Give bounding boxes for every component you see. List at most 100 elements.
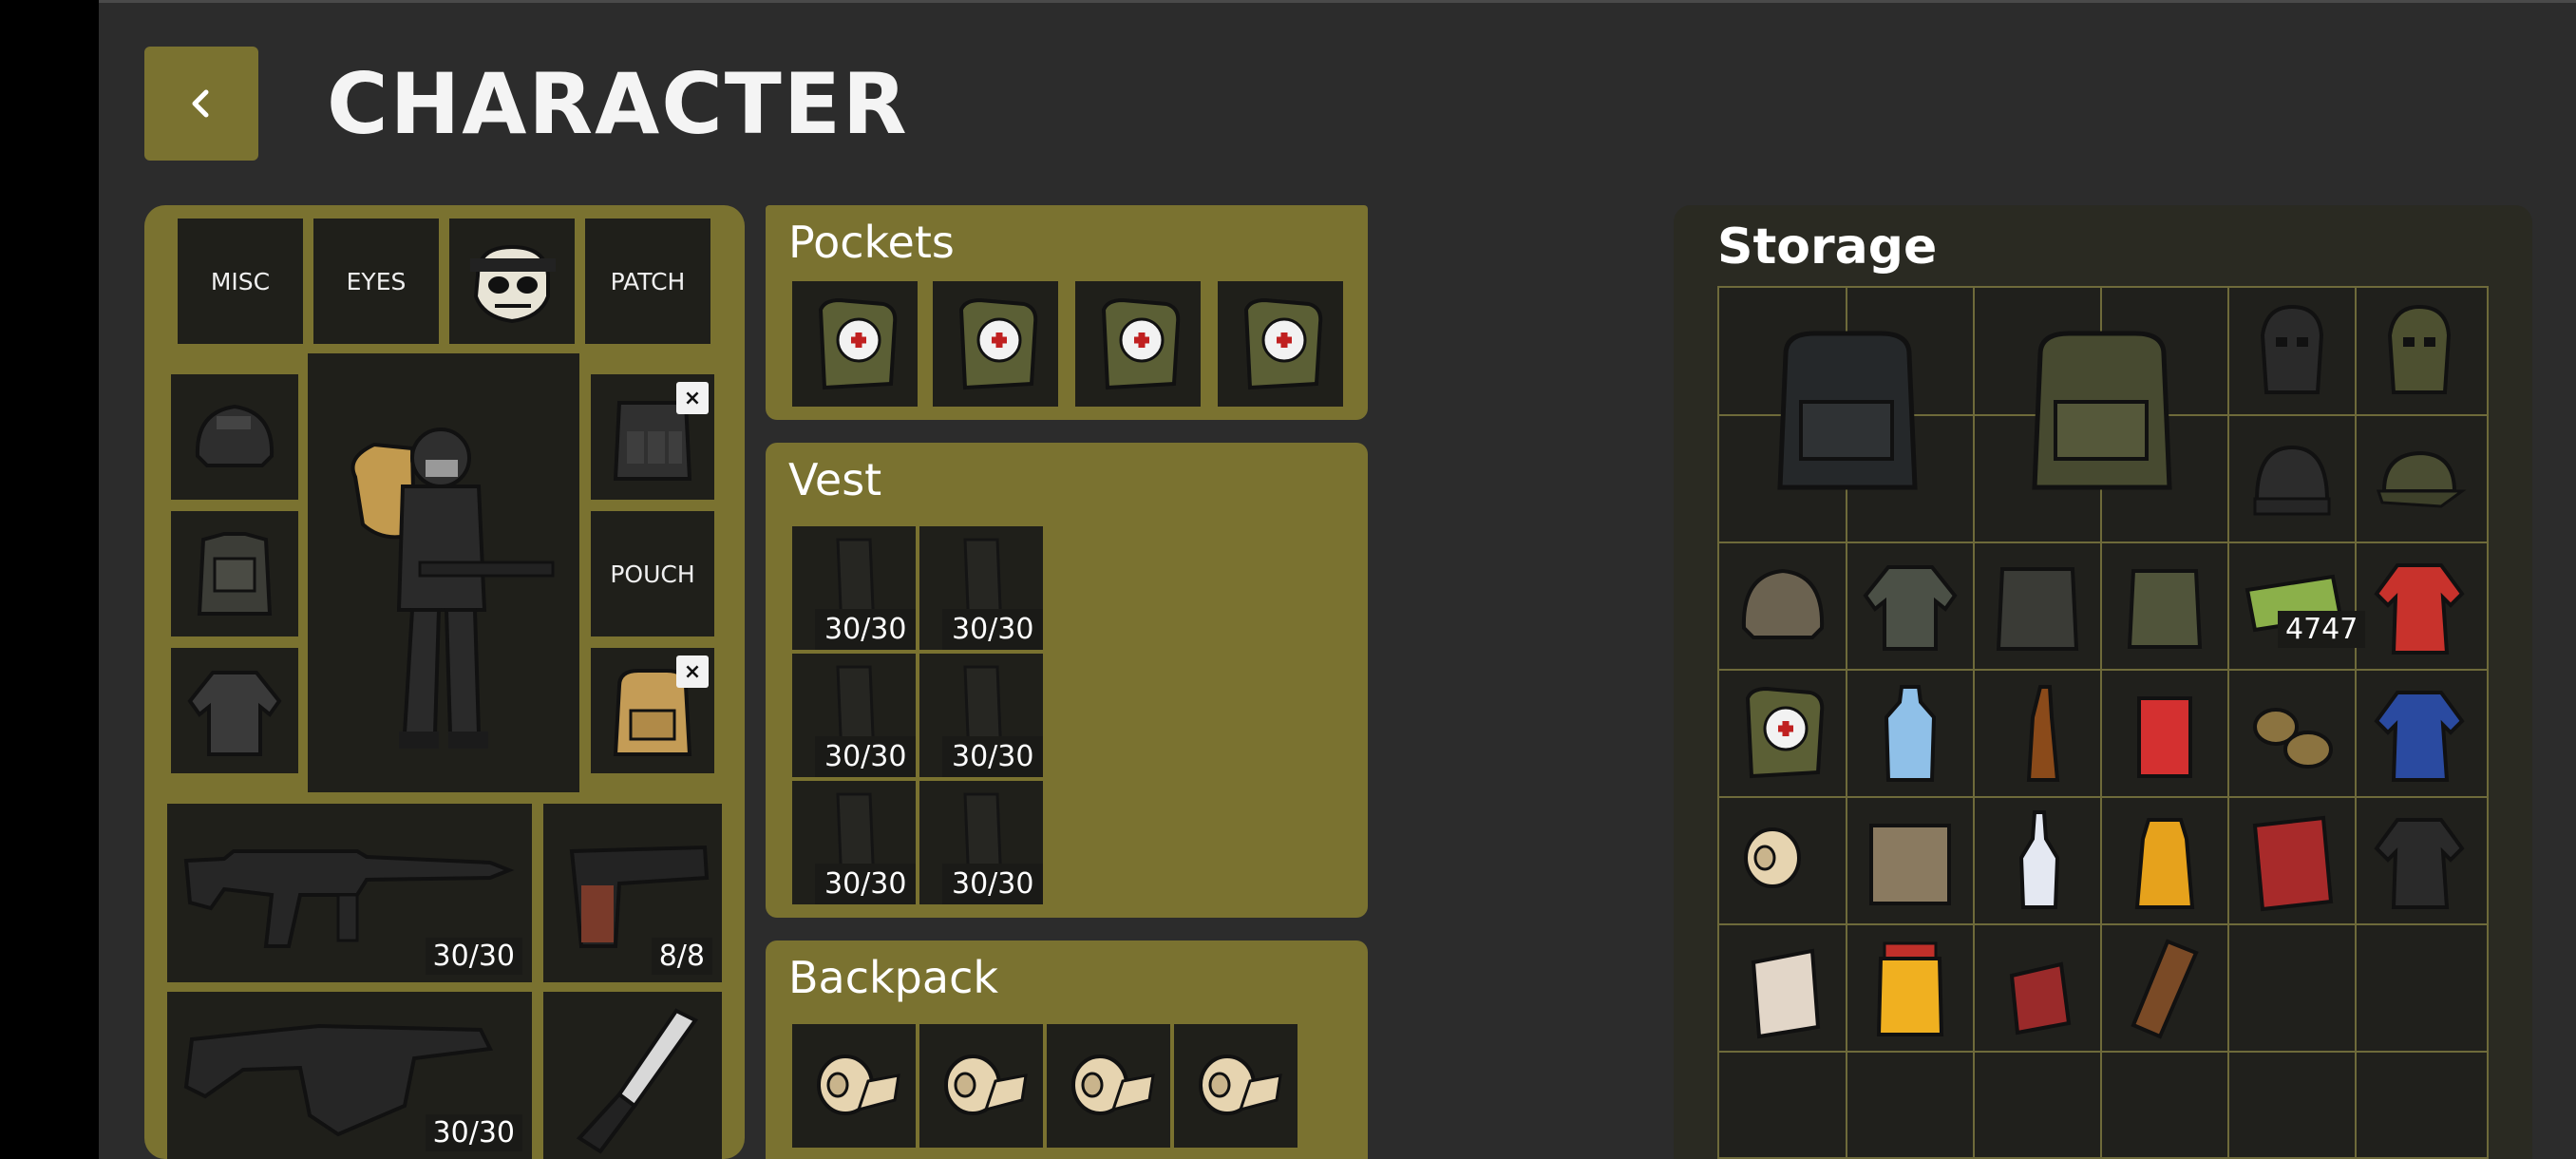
face-slot[interactable] [449,218,575,344]
page-title: CHARACTER [327,55,909,153]
helmet-icon [195,404,275,467]
vest-mag-slot[interactable]: 30/30 [919,526,1044,650]
tactical-helmet-icon[interactable] [1719,542,1847,670]
vest-mag-count: 30/30 [942,609,1044,650]
pockets-title: Pockets [788,217,955,268]
skull-mask-icon [470,244,556,324]
patch-slot-label: PATCH [610,267,686,295]
armor-slot[interactable] [171,511,298,636]
third-ammo-count: 30/30 [425,1114,522,1151]
medkit-icon [1101,297,1181,390]
eyes-slot[interactable]: EYES [313,218,439,344]
medkit-icon [1243,297,1323,390]
vest-mag-count: 30/30 [942,864,1044,904]
backpack-panel: Backpack [766,940,1368,1159]
backpack-olive-icon[interactable] [1974,288,2228,542]
storage-grid: 4747 [1717,286,2489,1159]
cap-icon[interactable] [2356,415,2483,542]
character-preview [308,353,579,792]
chest-rig-icon[interactable] [2101,542,2228,670]
plate-carrier-icon[interactable] [1974,542,2101,670]
backpack-item-slot[interactable] [1174,1024,1297,1148]
third-weapon-slot[interactable]: 30/30 [167,992,532,1159]
chips-icon[interactable] [2228,797,2356,924]
vest-mag-slot[interactable]: 30/30 [792,781,917,904]
soda-can-icon[interactable] [2101,670,2228,797]
misc-slot[interactable]: MISC [178,218,303,344]
balaclava-black-icon[interactable] [2228,288,2356,415]
backpack-black-icon[interactable] [1719,288,1974,542]
beer-bottle-icon[interactable] [1974,670,2101,797]
vest-panel: Vest 30/30 30/30 30/30 30/30 30/30 30/30 [766,443,1368,918]
vest-title: Vest [788,454,882,505]
bandage-icon [1199,1054,1282,1115]
vodka-icon[interactable] [1974,797,2101,924]
medkit-icon [958,297,1038,390]
pocket-slot[interactable] [1075,281,1201,407]
remove-backpack-icon[interactable]: × [676,656,709,688]
vest-mag-slot[interactable]: 30/30 [792,526,917,650]
chocolate-icon[interactable] [2101,924,2228,1052]
pockets-panel: Pockets [766,205,1368,420]
jacket-icon [187,671,282,756]
backpack-title: Backpack [788,952,998,1003]
pocket-slot[interactable] [1218,281,1343,407]
backpack-item-slot[interactable] [1047,1024,1170,1148]
backpack-slot[interactable]: × [591,648,714,773]
character-panel: MISC EYES PATCH × POUCH × 30/30 8/8 30/3… [144,205,745,1159]
medkit-icon[interactable] [1719,670,1847,797]
vest-mag-slot[interactable]: 30/30 [792,654,917,777]
backpack-item-slot[interactable] [919,1024,1043,1148]
medkit-icon [818,297,898,390]
back-button[interactable] [144,47,258,161]
cigarettes-icon[interactable] [1974,924,2101,1052]
money-icon[interactable] [2228,542,2356,670]
eyes-slot-label: EYES [346,267,407,295]
left-bezel [0,0,99,1159]
shirt-icon[interactable] [1847,542,1974,670]
potatoes-icon[interactable] [2228,670,2356,797]
money-count: 4747 [2278,611,2366,648]
storage-title: Storage [1717,218,1938,276]
pocket-slot[interactable] [933,281,1058,407]
rig-slot[interactable]: × [591,374,714,500]
chevron-left-icon [192,89,209,118]
tin-can-icon[interactable] [1847,797,1974,924]
secondary-weapon-slot[interactable]: 8/8 [543,804,722,982]
pocket-slot[interactable] [792,281,918,407]
tracksuit-black-icon[interactable] [2356,797,2483,924]
remove-rig-icon[interactable]: × [676,382,709,414]
jacket-slot[interactable] [171,648,298,773]
primary-ammo-count: 30/30 [425,938,522,975]
pouch-slot[interactable]: POUCH [591,511,714,636]
bandage-icon [817,1054,900,1115]
top-divider [99,0,2576,3]
tracksuit-blue-icon[interactable] [2356,670,2483,797]
vest-mag-slot[interactable]: 30/30 [919,654,1044,777]
water-bottle-icon[interactable] [1847,670,1974,797]
mustard-icon[interactable] [2101,797,2228,924]
cigarette-pack-icon[interactable] [1719,924,1847,1052]
secondary-ammo-count: 8/8 [651,938,712,975]
vest-mag-count: 30/30 [815,609,917,650]
storage-panel: Storage 4747 [1674,205,2532,1159]
bandage-icon [1071,1054,1155,1115]
vest-mag-count: 30/30 [815,736,917,777]
patch-slot[interactable]: PATCH [585,218,710,344]
vest-mag-slot[interactable]: 30/30 [919,781,1044,904]
helmet-slot[interactable] [171,374,298,500]
primary-weapon-slot[interactable]: 30/30 [167,804,532,982]
vest-mag-count: 30/30 [815,864,917,904]
knife-icon [576,1008,698,1154]
misc-slot-label: MISC [210,267,271,295]
backpack-item-slot[interactable] [792,1024,916,1148]
bandage-icon[interactable] [1719,797,1847,924]
beanie-icon[interactable] [2228,415,2356,542]
bandage-icon [944,1054,1028,1115]
melee-slot[interactable] [543,992,722,1159]
balaclava-olive-icon[interactable] [2356,288,2483,415]
pouch-slot-label: POUCH [610,560,695,588]
tracksuit-red-icon[interactable] [2356,542,2483,670]
pickles-jar-icon[interactable] [1847,924,1974,1052]
body-armor-icon [197,532,273,616]
